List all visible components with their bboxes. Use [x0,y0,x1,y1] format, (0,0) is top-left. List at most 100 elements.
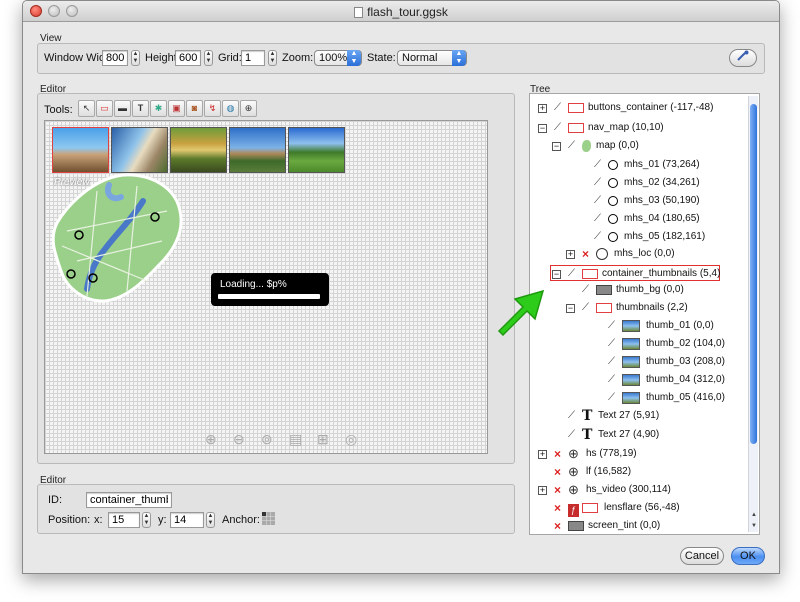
tree-item[interactable]: ⟋ T Text 27 (4,90) [530,427,748,443]
height-input[interactable] [175,50,201,66]
edit-pen-icon[interactable]: ⟋ [608,354,615,370]
tree-item[interactable]: ⟋ thumb_04 (312,0) [530,372,748,388]
tree-item[interactable]: ⟋ mhs_02 (34,261) [530,175,748,191]
edit-pen-icon[interactable]: ⟋ [608,390,615,406]
tree-item[interactable]: ⟋ mhs_04 (180,65) [530,211,748,227]
expand-icon[interactable]: + [538,486,547,495]
image-tool-icon[interactable]: ✱ [150,100,167,117]
collapse-icon[interactable]: − [538,124,547,133]
thumbnail-image[interactable] [288,127,345,173]
x-position-stepper[interactable]: ▲ ▼ [142,512,151,528]
edit-pen-icon[interactable]: ⟋ [568,138,575,154]
text-tool-icon[interactable]: T [132,100,149,117]
tree-item[interactable]: − ⟋ nav_map (10,10) [530,120,748,136]
expand-icon[interactable]: + [538,104,547,113]
id-input[interactable] [86,492,172,508]
crosshair-tool-icon[interactable]: ⊕ [240,100,257,117]
hotspot-tool-icon[interactable]: ▣ [168,100,185,117]
edit-pen-icon[interactable]: ⟋ [594,193,601,209]
tree-item[interactable]: ⟋ thumb_01 (0,0) [530,318,748,334]
zoom-in-icon[interactable]: ⊕ [205,431,217,448]
target-icon[interactable]: ◎ [345,431,357,448]
anchor-grid-icon[interactable] [262,512,275,525]
edit-pen-icon[interactable]: ⟋ [608,372,615,388]
tree-item[interactable]: ⟋ thumb_bg (0,0) [530,282,748,298]
edit-pen-icon[interactable]: ⟋ [568,427,575,443]
ok-button[interactable]: OK [731,547,765,565]
locked-x-icon[interactable]: × [554,464,561,480]
tree-item[interactable]: × ⊕ lf (16,582) [530,464,748,480]
collapse-icon[interactable]: − [566,304,575,313]
tree-item[interactable]: ⟋ mhs_03 (50,190) [530,193,748,209]
thumbnail-image[interactable] [111,127,168,173]
autorotate-icon[interactable]: ⊚ [261,431,273,448]
tree-item[interactable]: ⟋ thumb_02 (104,0) [530,336,748,352]
edit-pen-icon[interactable]: ⟋ [568,408,575,424]
tree-item[interactable]: ⟋ thumb_03 (208,0) [530,354,748,370]
expand-icon[interactable]: + [566,250,575,259]
grid-input[interactable] [241,50,265,66]
zoom-out-icon[interactable]: ⊖ [233,431,245,448]
tree-item[interactable]: + × ⊕ hs_video (300,114) [530,482,748,498]
edit-pen-icon[interactable]: ⟋ [582,300,589,316]
grid-stepper[interactable]: ▲ ▼ [268,50,277,66]
y-position-input[interactable] [170,512,204,528]
state-select[interactable]: Normal ▲ ▼ [397,50,467,66]
tree-item[interactable]: ⟋ mhs_01 (73,264) [530,157,748,173]
element-tree[interactable]: + ⟋ buttons_container (-117,-48) − ⟋ nav_map … [529,93,760,535]
x-position-input[interactable] [108,512,140,528]
locked-x-icon[interactable]: × [554,500,561,516]
tree-item[interactable]: × screen_tint (0,0) [530,518,748,534]
tree-item[interactable]: ⟋ mhs_05 (182,161) [530,229,748,245]
timer-tool-icon[interactable]: ↯ [204,100,221,117]
edit-pen-icon[interactable]: ⟋ [554,100,561,116]
button-tool-icon[interactable]: ▬ [114,100,131,117]
cloner-tool-icon[interactable]: ◙ [186,100,203,117]
tree-item[interactable]: + ⟋ buttons_container (-117,-48) [530,100,748,116]
tree-scrollbar[interactable]: ▲ ▼ [748,96,758,532]
window-width-input[interactable] [102,50,128,66]
thumbnail-image[interactable] [52,127,109,173]
select-tool-icon[interactable]: ↖ [78,100,95,117]
edit-pen-icon[interactable]: ⟋ [594,157,601,173]
tree-item[interactable]: ⟋ T Text 27 (5,91) [530,408,748,424]
tree-item[interactable]: + × ⊕ hs (778,19) [530,446,748,462]
cancel-button[interactable]: Cancel [680,547,724,565]
height-stepper[interactable]: ▲ ▼ [204,50,213,66]
scroll-down-arrow-icon[interactable]: ▼ [749,521,759,531]
collapse-icon[interactable]: − [552,142,561,151]
tree-item[interactable]: − ⟋ map (0,0) [530,138,748,154]
tree-item[interactable]: × ƒ lensflare (56,-48) [530,500,748,517]
scroll-thumb[interactable] [750,104,757,444]
browser-tool-icon[interactable]: ◍ [222,100,239,117]
info-icon[interactable]: ▤ [289,431,302,448]
locked-x-icon[interactable]: × [554,482,561,498]
tree-item[interactable]: ⟋ thumb_05 (416,0) [530,390,748,406]
tree-item[interactable]: + × mhs_loc (0,0) [530,246,748,262]
y-position-stepper[interactable]: ▲ ▼ [206,512,215,528]
zoom-select[interactable]: 100% ▲ ▼ [314,50,362,66]
edit-pen-icon[interactable]: ⟋ [594,175,601,191]
window-width-stepper[interactable]: ▲ ▼ [131,50,140,66]
locked-x-icon[interactable]: × [554,518,561,534]
tree-item[interactable]: − ⟋ thumbnails (2,2) [530,300,748,316]
scroll-up-arrow-icon[interactable]: ▲ [749,510,759,520]
edit-pen-icon[interactable]: ⟋ [554,120,561,136]
edit-pen-icon[interactable]: ⟋ [582,282,589,298]
map-image[interactable] [47,171,187,303]
edit-pen-icon[interactable]: ⟋ [594,211,601,227]
locked-x-icon[interactable]: × [582,246,589,262]
edit-pen-icon[interactable]: ⟋ [608,336,615,352]
expand-icon[interactable]: + [538,450,547,459]
edit-pen-icon[interactable]: ⟋ [594,229,601,245]
rectangle-tool-icon[interactable]: ▭ [96,100,113,117]
color-picker-button[interactable] [729,49,757,67]
fullscreen-icon[interactable]: ⊞ [317,431,329,448]
edit-pen-icon[interactable]: ⟋ [568,266,575,282]
skin-canvas[interactable]: Preview Loading... $p% ⊕ ⊖ ⊚ ▤ ⊞ ◎ [44,120,488,454]
tree-item-selected[interactable]: − ⟋ container_thumbnails (5,4) [550,265,720,281]
locked-x-icon[interactable]: × [554,446,561,462]
thumbnail-image[interactable] [229,127,286,173]
edit-pen-icon[interactable]: ⟋ [608,318,615,334]
thumbnail-image[interactable] [170,127,227,173]
